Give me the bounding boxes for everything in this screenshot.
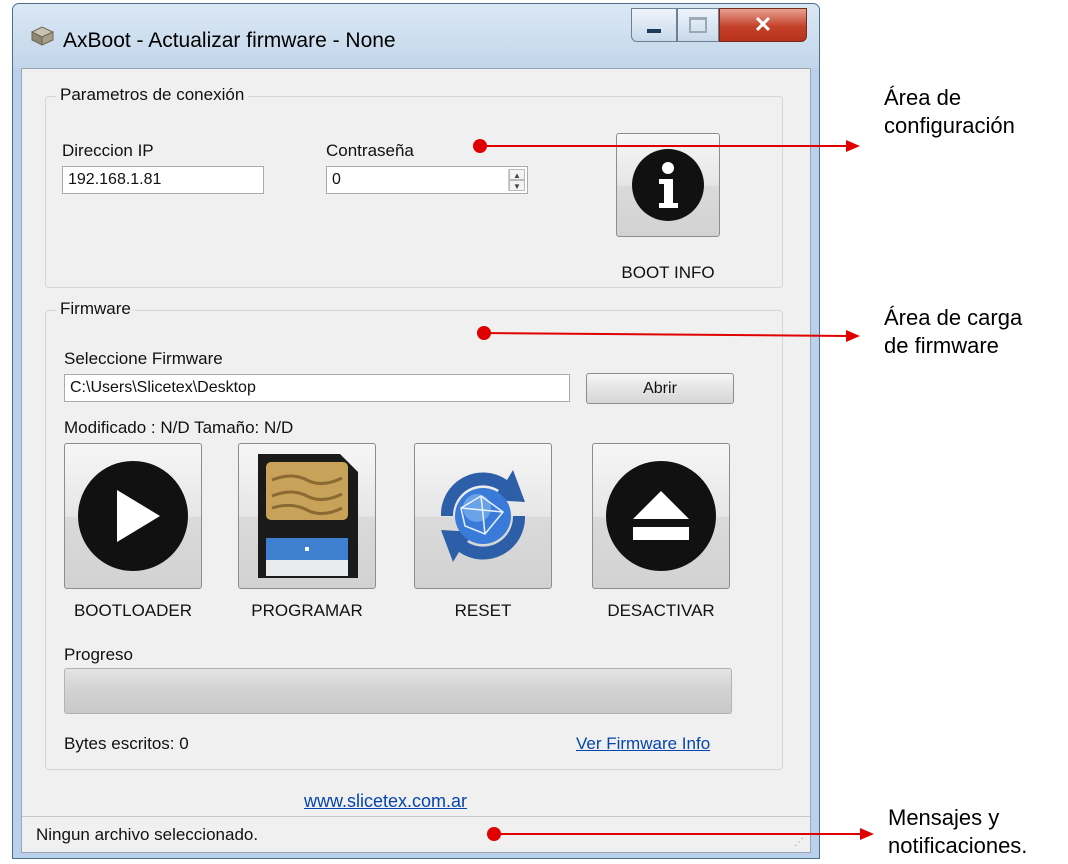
annotation-config: Área de configuración [884, 84, 1015, 140]
annotation-carga-line1: Área de carga [884, 305, 1023, 330]
arrow-carga [477, 326, 860, 342]
arrow-mensajes [487, 827, 874, 841]
annotation-config-line2: configuración [884, 113, 1015, 138]
annotation-mensajes: Mensajes y notificaciones. [888, 804, 1027, 860]
annotation-mensajes-line2: notificaciones. [888, 833, 1028, 858]
annotation-carga: Área de carga de firmware [884, 304, 1022, 360]
arrow-config [473, 139, 860, 153]
annotation-config-line1: Área de [884, 85, 962, 110]
annotation-carga-line2: de firmware [884, 333, 999, 358]
annotation-mensajes-line1: Mensajes y [888, 805, 1000, 830]
